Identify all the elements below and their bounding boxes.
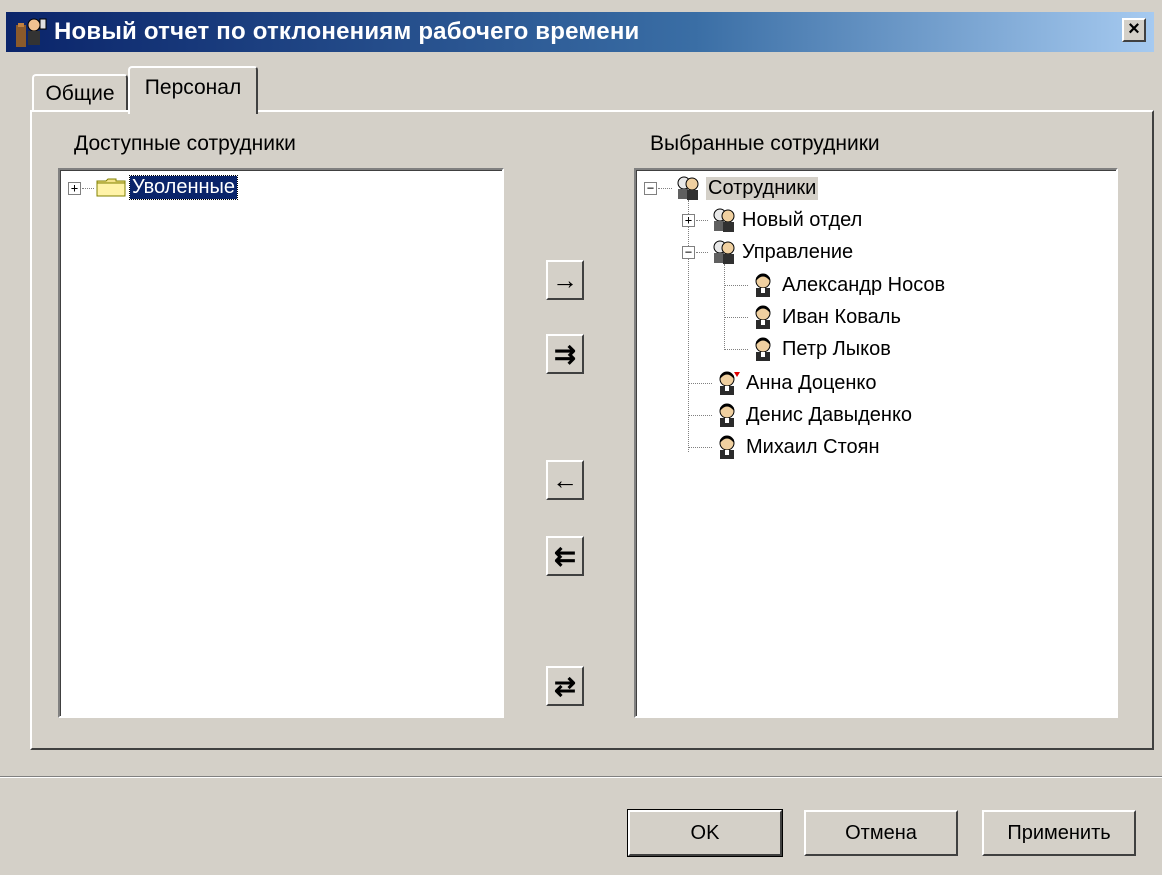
tree-item-label: Петр Лыков bbox=[782, 337, 891, 360]
ok-button[interactable]: OK bbox=[627, 809, 783, 857]
tree-item-label: Управление bbox=[742, 240, 854, 263]
tab-general-label: Общие bbox=[45, 82, 115, 105]
selected-employees-label: Выбранные сотрудники bbox=[650, 132, 880, 155]
tree-item-management[interactable]: Управление bbox=[710, 238, 853, 266]
footer-separator bbox=[0, 776, 1162, 778]
tree-connector bbox=[696, 220, 708, 221]
double-arrow-right-icon: ⇉ bbox=[554, 339, 576, 369]
tree-connector bbox=[724, 349, 748, 350]
collapse-minus-icon[interactable]: − bbox=[682, 246, 695, 259]
expand-plus-icon[interactable]: + bbox=[68, 182, 81, 195]
title-bar[interactable]: Новый отчет по отклонениям рабочего врем… bbox=[6, 12, 1154, 52]
tree-item-dismissed[interactable]: Уволенные bbox=[96, 174, 239, 200]
cancel-button[interactable]: Отмена bbox=[804, 810, 958, 856]
person-icon bbox=[714, 402, 742, 428]
cancel-button-label: Отмена bbox=[845, 821, 917, 844]
collapse-minus-icon[interactable]: − bbox=[644, 182, 657, 195]
tab-personnel-label: Персонал bbox=[144, 76, 242, 99]
tree-item-label: Михаил Стоян bbox=[746, 435, 880, 458]
tree-item-label: Уволенные bbox=[128, 174, 239, 200]
tree-item-label: Александр Носов bbox=[782, 273, 946, 296]
tree-item-label: Денис Давыденко bbox=[746, 403, 913, 426]
close-button[interactable]: × bbox=[1122, 18, 1146, 42]
available-employees-label: Доступные сотрудники bbox=[74, 132, 296, 155]
expand-plus-icon[interactable]: + bbox=[682, 214, 695, 227]
tree-item-person[interactable]: Петр Лыков bbox=[750, 334, 891, 364]
apply-button-label: Применить bbox=[1007, 821, 1111, 844]
tree-item-label: Сотрудники bbox=[706, 176, 819, 200]
add-one-button[interactable]: → bbox=[546, 260, 584, 300]
person-icon bbox=[750, 304, 778, 330]
person-icon bbox=[750, 272, 778, 298]
tree-connector bbox=[724, 264, 725, 350]
tree-item-new-department[interactable]: Новый отдел bbox=[710, 206, 862, 234]
apply-button[interactable]: Применить bbox=[982, 810, 1136, 856]
tree-connector bbox=[688, 383, 712, 384]
arrow-left-icon: ← bbox=[552, 465, 578, 495]
person-icon bbox=[714, 434, 742, 460]
window-title: Новый отчет по отклонениям рабочего врем… bbox=[54, 18, 640, 45]
tree-connector bbox=[688, 447, 712, 448]
tree-connector bbox=[688, 415, 712, 416]
tab-general[interactable]: Общие bbox=[32, 74, 128, 112]
tree-connector bbox=[724, 285, 748, 286]
swap-arrows-icon: ⇄ bbox=[554, 671, 576, 701]
tab-personnel[interactable]: Персонал bbox=[128, 66, 258, 114]
arrow-right-icon: → bbox=[552, 265, 578, 295]
tree-item-person[interactable]: Михаил Стоян bbox=[714, 432, 880, 462]
tree-connector bbox=[724, 317, 748, 318]
tree-item-label: Новый отдел bbox=[742, 208, 863, 231]
tree-connector bbox=[82, 188, 94, 189]
tree-item-person[interactable]: Иван Коваль bbox=[750, 302, 901, 332]
tree-connector bbox=[658, 188, 672, 189]
people-group-icon bbox=[710, 239, 738, 265]
dialog-window: Новый отчет по отклонениям рабочего врем… bbox=[0, 0, 1162, 875]
tree-item-person[interactable]: Анна Доценко bbox=[714, 368, 877, 398]
tree-item-person[interactable]: Денис Давыденко bbox=[714, 400, 912, 430]
tree-connector bbox=[696, 252, 708, 253]
remove-all-button[interactable]: ⇇ bbox=[546, 536, 584, 576]
report-app-icon bbox=[14, 15, 48, 49]
people-group-icon bbox=[710, 207, 738, 233]
ok-button-label: OK bbox=[690, 821, 720, 844]
double-arrow-left-icon: ⇇ bbox=[554, 541, 576, 571]
tree-item-person[interactable]: Александр Носов bbox=[750, 270, 945, 300]
close-icon: × bbox=[1128, 18, 1140, 40]
add-all-button[interactable]: ⇉ bbox=[546, 334, 584, 374]
selected-employees-tree[interactable]: − Сотрудники + Новый отдел − Управление … bbox=[634, 168, 1118, 718]
swap-button[interactable]: ⇄ bbox=[546, 666, 584, 706]
person-icon bbox=[750, 336, 778, 362]
person-female-icon bbox=[714, 370, 742, 396]
tree-item-label: Иван Коваль bbox=[782, 305, 901, 328]
folder-icon bbox=[96, 177, 126, 197]
tree-item-label: Анна Доценко bbox=[746, 371, 877, 394]
remove-one-button[interactable]: ← bbox=[546, 460, 584, 500]
tree-item-employees-root[interactable]: Сотрудники bbox=[674, 174, 819, 202]
people-group-icon bbox=[674, 175, 702, 201]
available-employees-tree[interactable]: + Уволенные bbox=[58, 168, 504, 718]
